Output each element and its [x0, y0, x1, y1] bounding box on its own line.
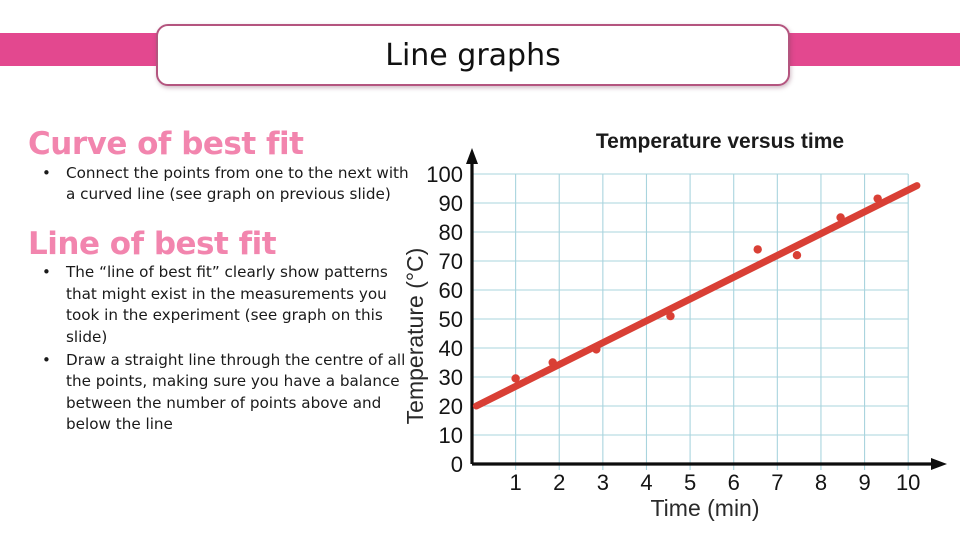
svg-text:4: 4	[640, 470, 652, 495]
svg-text:5: 5	[684, 470, 696, 495]
list-item: • Draw a straight line through the centr…	[28, 350, 413, 436]
svg-text:9: 9	[858, 470, 870, 495]
section-heading-line-of-best-fit: Line of best fit	[28, 225, 277, 262]
list-item-text: Connect the points from one to the next …	[66, 163, 409, 204]
svg-text:3: 3	[597, 470, 609, 495]
section-curve-of-best-fit: Curve of best fit • Connect the points f…	[28, 128, 413, 206]
list-item-text: The “line of best fit” clearly show patt…	[66, 263, 388, 346]
content-column: Curve of best fit • Connect the points f…	[28, 128, 413, 437]
temperature-versus-time-chart: 0 10 20 30 40 50 60 70 80 90 100 1 2 3 4 5 6 7 8 9 10 Temper…	[405, 126, 950, 526]
svg-text:30: 30	[439, 365, 463, 390]
svg-text:90: 90	[439, 191, 463, 216]
data-point	[548, 358, 557, 367]
list-item: • The “line of best fit” clearly show pa…	[28, 262, 413, 348]
chart-title: Temperature versus time	[596, 130, 844, 153]
svg-text:60: 60	[439, 278, 463, 303]
svg-text:7: 7	[771, 470, 783, 495]
data-point	[511, 374, 520, 383]
svg-text:8: 8	[815, 470, 827, 495]
svg-text:0: 0	[451, 452, 463, 477]
list-item-text: Draw a straight line through the centre …	[66, 350, 406, 434]
section-line-of-best-fit: Line of best fit • The “line of best fit…	[28, 228, 413, 436]
svg-text:2: 2	[553, 470, 565, 495]
svg-text:50: 50	[439, 307, 463, 332]
bullet-list-curve-of-best-fit: • Connect the points from one to the nex…	[28, 163, 413, 206]
title-plate: Line graphs	[156, 24, 790, 86]
svg-text:6: 6	[728, 470, 740, 495]
data-points	[511, 194, 882, 383]
svg-text:100: 100	[426, 162, 463, 187]
svg-text:70: 70	[439, 249, 463, 274]
chart-tick-labels: 0 10 20 30 40 50 60 70 80 90 100 1 2 3 4 5 6 7 8 9 10	[426, 162, 920, 495]
bullet-dot-icon: •	[42, 263, 51, 282]
chart-y-axis-label: Temperature (°C)	[405, 248, 428, 425]
chart-svg: 0 10 20 30 40 50 60 70 80 90 100 1 2 3 4 5 6 7 8 9 10 Temper…	[405, 130, 947, 521]
svg-text:1: 1	[509, 470, 521, 495]
svg-text:10: 10	[896, 470, 920, 495]
chart-x-axis-label: Time (min)	[650, 495, 759, 521]
svg-text:40: 40	[439, 336, 463, 361]
svg-text:80: 80	[439, 220, 463, 245]
bullet-dot-icon: •	[42, 163, 51, 182]
bullet-dot-icon: •	[42, 350, 51, 369]
data-point	[836, 213, 845, 222]
header-banner: Line graphs	[0, 0, 960, 100]
svg-text:10: 10	[439, 423, 463, 448]
trend-line	[472, 182, 921, 410]
section-heading-curve-of-best-fit: Curve of best fit	[28, 126, 304, 162]
data-point	[753, 245, 762, 254]
data-point	[666, 311, 675, 321]
data-point	[873, 194, 882, 203]
bullet-list-line-of-best-fit: • The “line of best fit” clearly show pa…	[28, 262, 413, 436]
data-point	[792, 251, 802, 260]
page-title: Line graphs	[385, 37, 561, 73]
list-item: • Connect the points from one to the nex…	[28, 163, 413, 206]
data-point	[592, 345, 601, 354]
svg-text:20: 20	[439, 394, 463, 419]
